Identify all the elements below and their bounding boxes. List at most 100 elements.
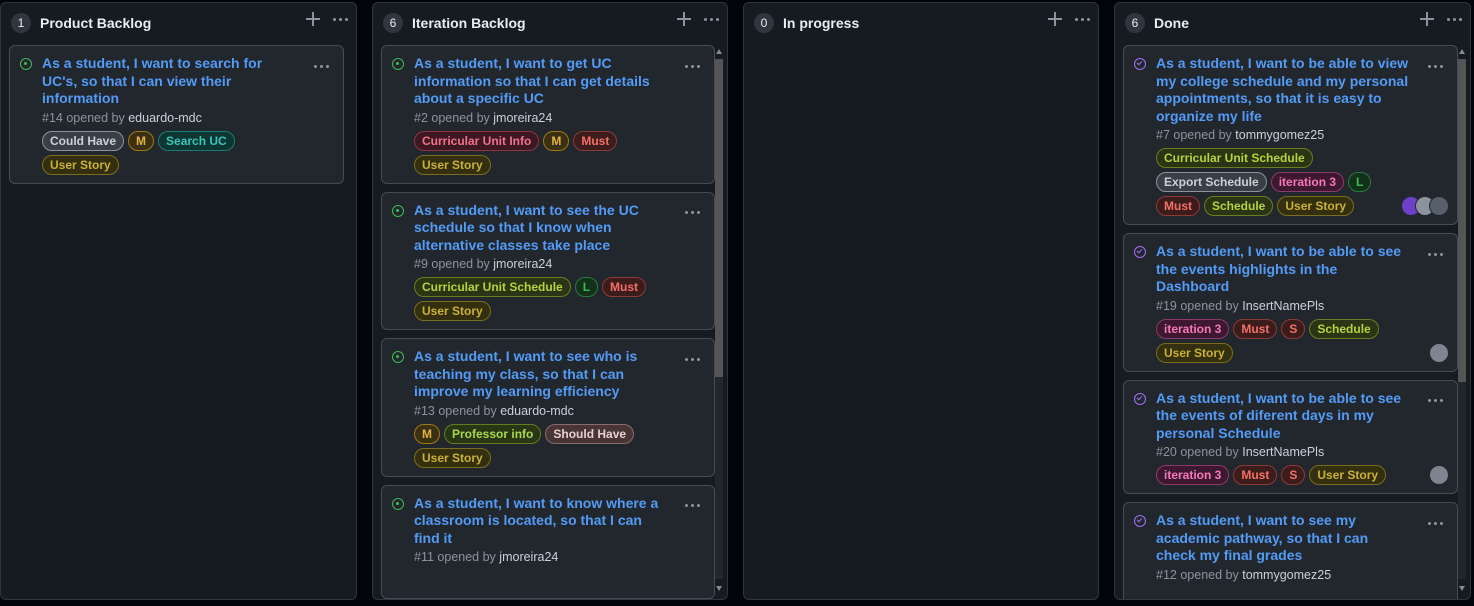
label-badge[interactable]: M	[128, 130, 155, 151]
issue-closed-icon	[1134, 515, 1146, 527]
card-menu-kebab-icon[interactable]	[314, 58, 329, 74]
issue-card[interactable]: As a student, I want to be able to view …	[1123, 45, 1458, 225]
label-badge[interactable]: Curricular Unit Schedule	[1156, 148, 1313, 168]
issue-meta: #7 opened by tommygomez25	[1156, 128, 1447, 142]
label-badge[interactable]: Search UC	[158, 130, 235, 151]
issue-title-link[interactable]: As a student, I want to see my academic …	[1156, 512, 1447, 565]
label-badge[interactable]: Must	[1233, 465, 1278, 485]
label-badge[interactable]: User Story	[414, 447, 491, 468]
scroll-thumb[interactable]	[715, 59, 723, 377]
issue-title-link[interactable]: As a student, I want to be able to view …	[1156, 55, 1447, 125]
label-badge[interactable]: iteration 3	[1156, 465, 1230, 485]
label-badge[interactable]: Curricular Unit Info	[414, 130, 540, 151]
scroll-up-arrow-icon[interactable]	[1459, 49, 1465, 54]
card-menu-kebab-icon[interactable]	[1428, 515, 1443, 531]
kebab-dot	[1434, 399, 1437, 402]
label-badge[interactable]: iteration 3	[1156, 318, 1230, 339]
label-badge[interactable]: Professor info	[444, 423, 542, 444]
scroll-down-arrow-icon[interactable]	[1459, 586, 1465, 591]
issue-author-link[interactable]: tommygomez25	[1242, 568, 1331, 582]
add-item-plus-icon[interactable]	[305, 11, 321, 27]
label-badge[interactable]: Could Have	[42, 130, 125, 151]
label-badge[interactable]: User Story	[42, 154, 119, 175]
scroll-down-arrow-icon[interactable]	[716, 586, 722, 591]
column-menu-kebab-icon[interactable]	[1075, 11, 1090, 27]
avatar[interactable]	[1429, 342, 1449, 363]
column-scrollbar[interactable]	[713, 45, 725, 593]
issue-author-link[interactable]: InsertNamePls	[1242, 299, 1324, 313]
kebab-dot	[339, 17, 342, 21]
label-badge[interactable]: Should Have	[545, 423, 635, 444]
issue-card[interactable]: As a student, I want to search for UC's,…	[9, 45, 344, 184]
issue-title-link[interactable]: As a student, I want to know where a cla…	[414, 495, 704, 548]
card-menu-kebab-icon[interactable]	[1428, 58, 1443, 74]
label-badge[interactable]: User Story	[1156, 342, 1233, 363]
issue-author-link[interactable]: eduardo-mdc	[500, 404, 574, 418]
label-badge[interactable]: Must	[1156, 196, 1200, 216]
card-menu-kebab-icon[interactable]	[1428, 393, 1443, 409]
label-badge[interactable]: Must	[573, 130, 618, 151]
card-menu-kebab-icon[interactable]	[685, 498, 700, 514]
issue-meta: #19 opened by InsertNamePls	[1156, 299, 1447, 313]
scroll-up-arrow-icon[interactable]	[716, 49, 722, 54]
label-badge[interactable]: S	[1281, 465, 1306, 485]
card-menu-kebab-icon[interactable]	[685, 58, 700, 74]
label-badge[interactable]: User Story	[414, 154, 491, 175]
label-badge[interactable]: User Story	[1309, 465, 1387, 485]
kebab-dot	[1428, 521, 1431, 525]
issue-title-link[interactable]: As a student, I want to be able to see t…	[1156, 243, 1447, 296]
column-menu-kebab-icon[interactable]	[1447, 11, 1462, 27]
issue-author-link[interactable]: jmoreira24	[493, 257, 552, 271]
avatar[interactable]	[1429, 196, 1449, 216]
card-menu-kebab-icon[interactable]	[685, 351, 700, 367]
issue-card[interactable]: As a student, I want to know where a cla…	[381, 484, 715, 599]
column-menu-kebab-icon[interactable]	[704, 11, 719, 27]
kebab-dot	[710, 17, 713, 21]
label-badge[interactable]: User Story	[1277, 196, 1355, 216]
kebab-dot	[320, 64, 323, 68]
label-badge[interactable]: Curricular Unit Schedule	[414, 277, 571, 297]
issue-card[interactable]: As a student, I want to see the UC sched…	[381, 191, 715, 330]
issue-card[interactable]: As a student, I want to get UC informati…	[381, 45, 715, 184]
label-badge[interactable]: L	[574, 277, 599, 297]
issue-title-link[interactable]: As a student, I want to search for UC's,…	[42, 55, 333, 108]
kebab-dot	[697, 504, 700, 507]
add-item-plus-icon[interactable]	[1047, 11, 1063, 27]
issue-author-link[interactable]: eduardo-mdc	[128, 111, 202, 125]
label-badge[interactable]: User Story	[414, 301, 491, 321]
kebab-dot	[1434, 64, 1437, 68]
issue-title-link[interactable]: As a student, I want to see the UC sched…	[414, 202, 704, 255]
label-badge[interactable]: Schedule	[1204, 196, 1274, 216]
issue-title-link[interactable]: As a student, I want to see who is teach…	[414, 348, 704, 401]
label-badge[interactable]: Schedule	[1309, 318, 1379, 339]
label-badge[interactable]: Must	[602, 277, 647, 297]
add-item-plus-icon[interactable]	[676, 11, 692, 27]
column-title: Product Backlog	[40, 15, 152, 31]
label-badge[interactable]: S	[1281, 318, 1306, 339]
avatar[interactable]	[1429, 465, 1449, 485]
column-scrollbar[interactable]	[1456, 45, 1468, 593]
label-badge[interactable]: Export Schedule	[1156, 172, 1267, 192]
issue-title-link[interactable]: As a student, I want to get UC informati…	[414, 55, 704, 108]
issue-title-link[interactable]: As a student, I want to be able to see t…	[1156, 390, 1447, 443]
issue-author-link[interactable]: tommygomez25	[1235, 128, 1324, 142]
issue-number: #13	[414, 403, 435, 418]
issue-card[interactable]: As a student, I want to be able to see t…	[1123, 379, 1458, 494]
issue-author-link[interactable]: jmoreira24	[499, 550, 558, 564]
label-badge[interactable]: M	[414, 423, 440, 444]
column-menu-kebab-icon[interactable]	[333, 11, 348, 27]
add-item-plus-icon[interactable]	[1419, 11, 1435, 27]
card-menu-kebab-icon[interactable]	[1428, 246, 1443, 262]
label-badge[interactable]: M	[543, 130, 570, 151]
label-badge[interactable]: Must	[1233, 318, 1278, 339]
card-menu-kebab-icon[interactable]	[685, 205, 700, 221]
issue-author-link[interactable]: jmoreira24	[493, 111, 552, 125]
issue-author-link[interactable]: InsertNamePls	[1242, 445, 1324, 459]
scroll-thumb[interactable]	[1458, 59, 1466, 382]
label-badge[interactable]: L	[1348, 172, 1372, 192]
issue-card[interactable]: As a student, I want to be able to see t…	[1123, 233, 1458, 372]
issue-card[interactable]: As a student, I want to see who is teach…	[381, 338, 715, 477]
label-badge[interactable]: iteration 3	[1270, 172, 1345, 192]
column-header: 6 Iteration Backlog	[373, 3, 727, 43]
issue-card[interactable]: As a student, I want to see my academic …	[1123, 502, 1458, 599]
